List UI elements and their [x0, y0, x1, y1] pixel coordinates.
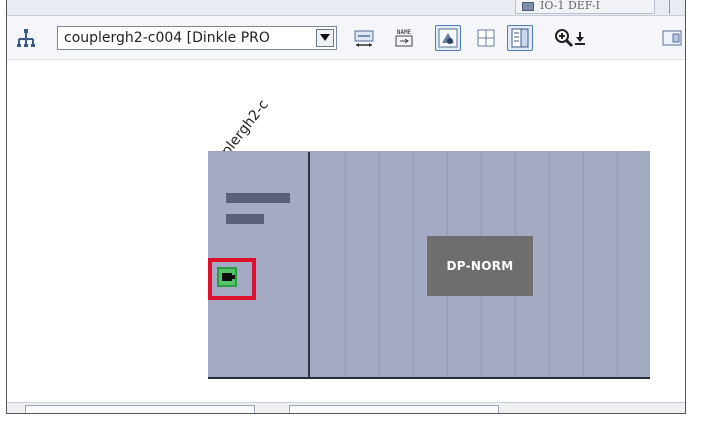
side-panel-icon[interactable] [659, 25, 685, 51]
port-highlight [208, 258, 256, 300]
horizontal-scrollbar[interactable] [7, 402, 685, 413]
device-canvas[interactable]: couplergh2-c DP-NORM [7, 61, 685, 401]
panel-icon[interactable] [507, 25, 533, 51]
status-bar-bottom [226, 214, 264, 224]
module-name-box[interactable]: DP-NORM [427, 236, 533, 296]
tab-label: IO-1 DEF-I [540, 0, 601, 12]
network-topology-icon[interactable] [13, 25, 39, 51]
download-icon[interactable] [573, 25, 587, 51]
device-select-value: couplergh2-c004 [Dinkle PRO [64, 30, 270, 46]
title-strip: IO-1 DEF-I [7, 0, 685, 16]
chevron-down-icon[interactable] [316, 29, 334, 47]
scroll-track-left[interactable] [25, 405, 255, 413]
device-view-window: IO-1 DEF-I couplergh2-c004 [Dinkle PRO N… [6, 0, 686, 414]
toolbar: couplergh2-c004 [Dinkle PRO NAME [7, 16, 685, 60]
device-select[interactable]: couplergh2-c004 [Dinkle PRO [57, 26, 337, 50]
scroll-track-right[interactable] [289, 405, 499, 413]
interface-slot[interactable] [208, 152, 310, 377]
page-overview-icon[interactable] [435, 25, 461, 51]
window-control[interactable] [669, 0, 685, 14]
device-module[interactable]: DP-NORM [208, 151, 650, 379]
fit-width-icon[interactable] [351, 25, 377, 51]
show-names-icon[interactable]: NAME [391, 25, 417, 51]
name-icon-text: NAME [397, 29, 412, 36]
grid-icon[interactable] [473, 25, 499, 51]
status-bar-top [226, 193, 290, 203]
tab-device[interactable]: IO-1 DEF-I [515, 0, 655, 14]
device-tab-icon [522, 2, 534, 11]
